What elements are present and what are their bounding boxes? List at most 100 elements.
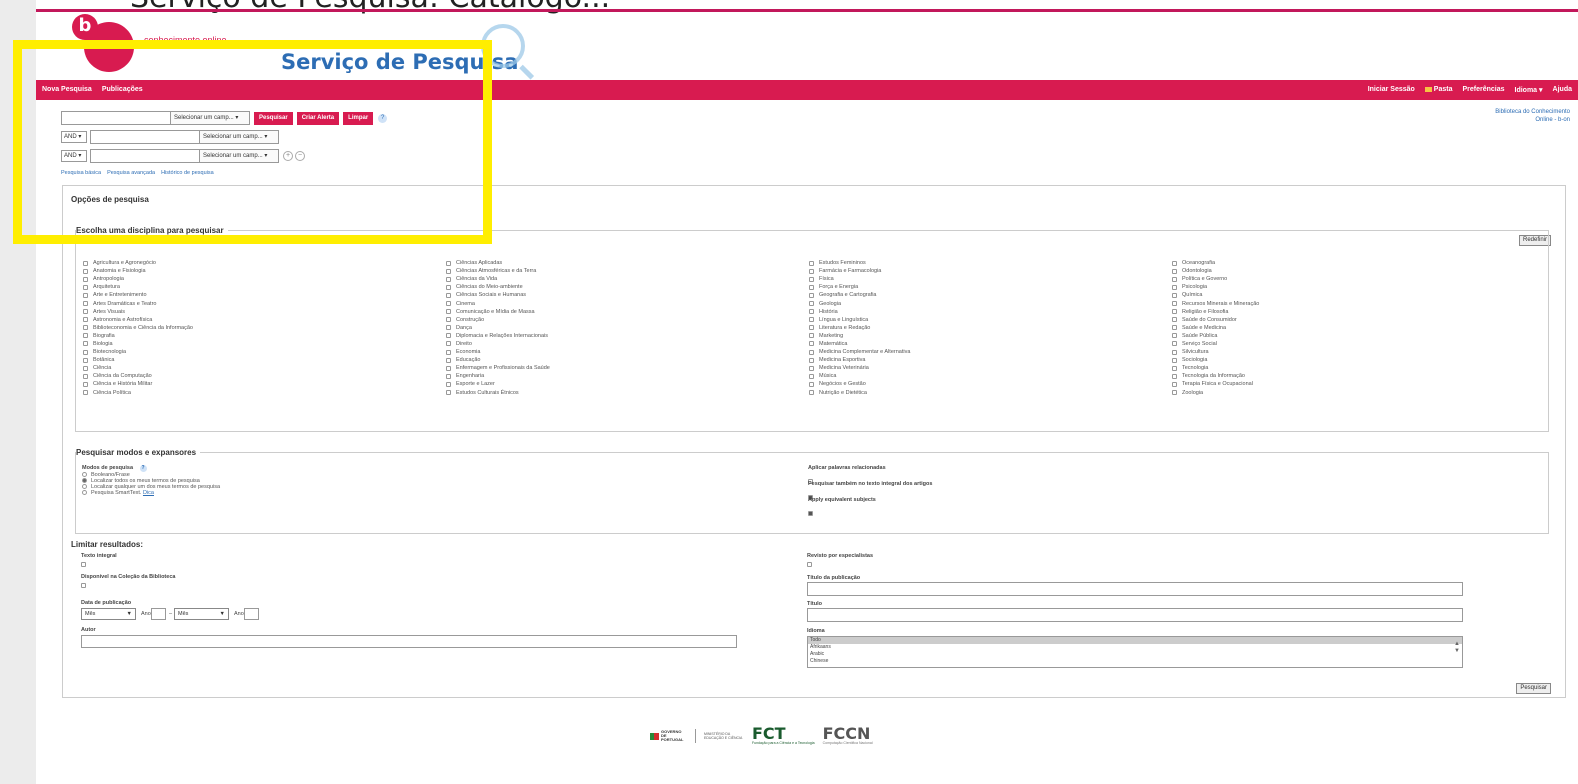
discipline-checkbox[interactable] [1172, 268, 1177, 274]
discipline-checkbox[interactable] [809, 333, 814, 339]
discipline-checkbox[interactable] [83, 284, 88, 290]
discipline-checkbox[interactable] [446, 317, 451, 323]
discipline-checkbox[interactable] [809, 276, 814, 282]
nav-language[interactable]: Idioma ▾ [1515, 86, 1543, 94]
discipline-checkbox[interactable] [83, 309, 88, 315]
discipline-item[interactable]: Construção [446, 316, 550, 324]
discipline-item[interactable]: Psicologia [1172, 283, 1259, 291]
discipline-checkbox[interactable] [809, 325, 814, 331]
discipline-item[interactable]: Educação [446, 356, 550, 364]
discipline-item[interactable]: Ciências da Vida [446, 275, 550, 283]
discipline-item[interactable]: Medicina Esportiva [809, 356, 910, 364]
clear-button[interactable]: Limpar [343, 111, 374, 125]
start-year-input[interactable] [151, 608, 166, 620]
discipline-item[interactable]: Botânica [83, 356, 193, 364]
start-month-select[interactable]: Mês ▼ [81, 608, 136, 620]
create-alert-button[interactable]: Criar Alerta [296, 111, 340, 125]
discipline-item[interactable]: Nutrição e Dietética [809, 389, 910, 397]
discipline-item[interactable]: História [809, 308, 910, 316]
discipline-item[interactable]: Física [809, 275, 910, 283]
discipline-checkbox[interactable] [446, 276, 451, 282]
discipline-item[interactable]: Serviço Social [1172, 340, 1259, 348]
nav-sign-in[interactable]: Iniciar Sessão [1368, 86, 1415, 94]
bottom-search-button[interactable]: Pesquisar [1516, 683, 1551, 694]
discipline-item[interactable]: Química [1172, 291, 1259, 299]
discipline-item[interactable]: Arquitetura [83, 283, 193, 291]
discipline-item[interactable]: Enfermagem e Profissionais da Saúde [446, 364, 550, 372]
discipline-item[interactable]: Negócios e Gestão [809, 380, 910, 388]
discipline-checkbox[interactable] [1172, 292, 1177, 298]
discipline-checkbox[interactable] [83, 349, 88, 355]
discipline-checkbox[interactable] [83, 317, 88, 323]
discipline-checkbox[interactable] [1172, 260, 1177, 266]
discipline-checkbox[interactable] [809, 317, 814, 323]
discipline-item[interactable]: Direito [446, 340, 550, 348]
mode-boolean-radio[interactable] [82, 472, 87, 478]
bool-select-3[interactable]: AND ▾ [61, 150, 87, 162]
discipline-item[interactable]: Terapia Física e Ocupacional [1172, 380, 1259, 388]
discipline-item[interactable]: Saúde Pública [1172, 332, 1259, 340]
discipline-item[interactable]: Oceanografia [1172, 259, 1259, 267]
discipline-item[interactable]: Estudos Culturais Étnicos [446, 389, 550, 397]
discipline-checkbox[interactable] [809, 301, 814, 307]
discipline-checkbox[interactable] [1172, 309, 1177, 315]
title-input[interactable] [807, 608, 1463, 622]
discipline-checkbox[interactable] [83, 292, 88, 298]
discipline-item[interactable]: Recursos Minerais e Mineração [1172, 299, 1259, 307]
field-select-2[interactable]: Selecionar um camp... ▾ [199, 130, 279, 144]
discipline-checkbox[interactable] [809, 292, 814, 298]
discipline-item[interactable]: Ciências Sociais e Humanas [446, 291, 550, 299]
discipline-checkbox[interactable] [83, 357, 88, 363]
discipline-item[interactable]: Zoologia [1172, 389, 1259, 397]
nav-help[interactable]: Ajuda [1553, 86, 1572, 94]
discipline-item[interactable]: Comunicação e Mídia de Massa [446, 308, 550, 316]
language-option[interactable]: Afrikaans [808, 644, 1462, 651]
discipline-checkbox[interactable] [446, 373, 451, 379]
library-info[interactable]: Biblioteca do Conhecimento Online - b-on [1495, 108, 1570, 124]
discipline-item[interactable]: Arte e Entretenimento [83, 291, 193, 299]
discipline-checkbox[interactable] [446, 301, 451, 307]
language-listbox[interactable]: Todo Afrikaans Arabic Chinese ▲ ▼ [807, 636, 1463, 668]
mode-all-terms-radio[interactable] [82, 478, 87, 484]
discipline-item[interactable]: Medicina Veterinária [809, 364, 910, 372]
discipline-item[interactable]: Artes Dramáticas e Teatro [83, 299, 193, 307]
discipline-checkbox[interactable] [809, 373, 814, 379]
discipline-item[interactable]: Biografia [83, 332, 193, 340]
library-collection-checkbox[interactable] [81, 583, 86, 588]
search-term-input-1[interactable] [61, 111, 171, 125]
discipline-item[interactable]: Geologia [809, 299, 910, 307]
discipline-item[interactable]: Ciência da Computação [83, 372, 193, 380]
discipline-item[interactable]: Astronomia e Astrofísica [83, 316, 193, 324]
discipline-item[interactable]: Artes Visuais [83, 308, 193, 316]
end-month-select[interactable]: Mês ▼ [174, 608, 229, 620]
discipline-item[interactable]: Anatomia e Fisiologia [83, 267, 193, 275]
discipline-checkbox[interactable] [1172, 333, 1177, 339]
discipline-item[interactable]: Tecnologia [1172, 364, 1259, 372]
discipline-checkbox[interactable] [1172, 301, 1177, 307]
discipline-checkbox[interactable] [83, 276, 88, 282]
discipline-checkbox[interactable] [809, 365, 814, 371]
discipline-checkbox[interactable] [446, 333, 451, 339]
discipline-item[interactable]: Estudos Femininos [809, 259, 910, 267]
field-select-3[interactable]: Selecionar um camp... ▾ [199, 149, 279, 163]
discipline-checkbox[interactable] [1172, 365, 1177, 371]
modes-help-icon[interactable]: ? [139, 465, 147, 472]
discipline-checkbox[interactable] [809, 349, 814, 355]
discipline-checkbox[interactable] [1172, 276, 1177, 282]
discipline-item[interactable]: Ciência [83, 364, 193, 372]
full-text-checkbox[interactable] [81, 562, 86, 567]
discipline-checkbox[interactable] [83, 341, 88, 347]
discipline-checkbox[interactable] [446, 390, 451, 396]
discipline-item[interactable]: Engenharia [446, 372, 550, 380]
discipline-item[interactable]: Biologia [83, 340, 193, 348]
discipline-checkbox[interactable] [809, 381, 814, 387]
search-history-link[interactable]: Histórico de pesquisa [161, 170, 214, 176]
expander-subjects-checkbox[interactable] [808, 511, 813, 516]
discipline-item[interactable]: Ciências do Meio-ambiente [446, 283, 550, 291]
basic-search-link[interactable]: Pesquisa básica [61, 170, 101, 176]
publication-title-input[interactable] [807, 582, 1463, 596]
discipline-checkbox[interactable] [809, 390, 814, 396]
discipline-checkbox[interactable] [446, 381, 451, 387]
discipline-checkbox[interactable] [446, 284, 451, 290]
discipline-item[interactable]: Antropologia [83, 275, 193, 283]
